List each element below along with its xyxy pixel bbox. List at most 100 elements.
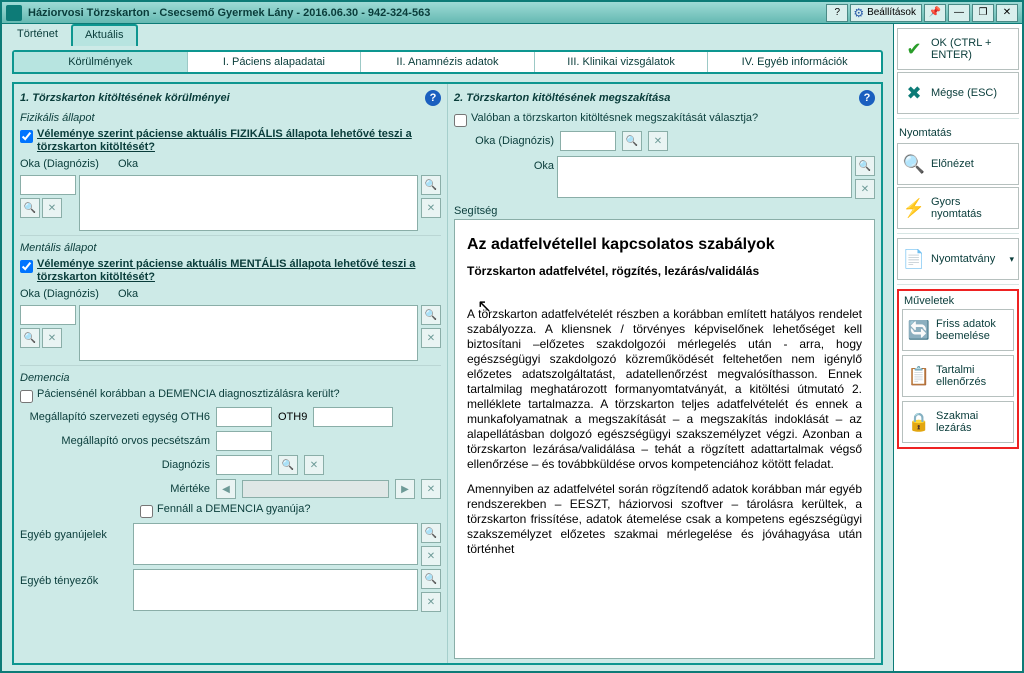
oka-label: Oka <box>118 288 138 300</box>
phys-diag-input[interactable] <box>20 175 76 195</box>
phys-oka-textarea[interactable] <box>79 175 418 231</box>
dementia-suspicion-text: Fennáll a DEMENCIA gyanúja? <box>157 503 310 515</box>
clear-icon[interactable]: ✕ <box>421 479 441 499</box>
help-content[interactable]: Az adatfelvétellel kapcsolatos szabályok… <box>454 219 875 659</box>
ops-header: Műveletek <box>904 295 1014 307</box>
dementia-label: Demencia <box>20 372 441 384</box>
form-button[interactable]: 📄 Nyomtatvány ▾ <box>897 238 1019 280</box>
tab-anamnesis[interactable]: II. Anamnézis adatok <box>361 52 535 72</box>
ment-diag-input[interactable] <box>20 305 76 325</box>
other-fact-label: Egyéb tényezők <box>20 569 130 587</box>
clear-icon[interactable]: ✕ <box>421 592 441 612</box>
oka-diag-label: Oka (Diagnózis) <box>20 288 112 300</box>
clear-icon[interactable]: ✕ <box>42 328 62 348</box>
mental-checkbox[interactable] <box>20 260 33 273</box>
dem-stamp-label: Megállapító orvos pecsétszám <box>20 435 210 447</box>
physical-check-text: Véleménye szerint páciense aktuális FIZI… <box>37 128 441 154</box>
dem-diag-input[interactable] <box>216 455 272 475</box>
app-icon <box>6 5 22 21</box>
clear-icon[interactable]: ✕ <box>304 455 324 475</box>
refresh-button[interactable]: 🔄 Friss adatok beemelése <box>902 309 1014 351</box>
quick-print-button[interactable]: ⚡ Gyors nyomtatás <box>897 187 1019 229</box>
pin-button[interactable]: 📌 <box>924 4 946 22</box>
section1-heading: 1. Törzskarton kitöltésének körülményei <box>20 92 230 104</box>
search-icon[interactable]: 🔍 <box>20 198 40 218</box>
cancel-button[interactable]: ✖ Mégse (ESC) <box>897 72 1019 114</box>
dem-org-input[interactable] <box>216 407 272 427</box>
checklist-icon: 📋 <box>907 364 931 388</box>
professional-close-button[interactable]: 🔒 Szakmai lezárás <box>902 401 1014 443</box>
help-icon[interactable]: ? <box>425 90 441 106</box>
dem-org9-input[interactable] <box>313 407 393 427</box>
search-icon[interactable]: 🔍 <box>421 175 441 195</box>
restore-button[interactable]: ❐ <box>972 4 994 22</box>
search-icon[interactable]: 🔍 <box>278 455 298 475</box>
search-icon[interactable]: 🔍 <box>421 569 441 589</box>
physical-checkbox[interactable] <box>20 130 33 143</box>
close-button[interactable]: ✕ <box>996 4 1018 22</box>
dem-measure-label: Mértéke <box>20 483 210 495</box>
arrow-left-icon[interactable]: ◀ <box>216 479 236 499</box>
section2-heading: 2. Törzskarton kitöltésének megszakítása <box>454 92 670 104</box>
oka-diag-label2: Oka (Diagnózis) <box>454 135 554 147</box>
clear-icon[interactable]: ✕ <box>421 328 441 348</box>
dementia-check-text: Páciensénél korábban a DEMENCIA diagnosz… <box>37 388 340 400</box>
preview-button[interactable]: 🔍 Előnézet <box>897 143 1019 185</box>
search-icon[interactable]: 🔍 <box>20 328 40 348</box>
ok-button[interactable]: ✔ OK (CTRL + ENTER) <box>897 28 1019 70</box>
refresh-icon: 🔄 <box>907 318 931 342</box>
top-tabs: Történet Aktuális <box>2 24 893 46</box>
search-icon[interactable]: 🔍 <box>855 156 875 176</box>
pin-icon: 📌 <box>929 7 941 18</box>
dementia-suspicion-checkbox[interactable] <box>140 505 153 518</box>
search-icon[interactable]: 🔍 <box>421 523 441 543</box>
lock-icon: 🔒 <box>907 410 931 434</box>
check-icon: ✔ <box>902 37 926 61</box>
clear-icon[interactable]: ✕ <box>855 179 875 199</box>
tab-current[interactable]: Aktuális <box>71 24 138 46</box>
tab-history[interactable]: Történet <box>4 24 71 46</box>
dementia-checkbox[interactable] <box>20 390 33 403</box>
physical-state-label: Fizikális állapot <box>20 112 441 124</box>
other-fact-textarea[interactable] <box>133 569 418 611</box>
titlebar: Háziorvosi Törzskarton - Csecsemő Gyerme… <box>2 2 1022 24</box>
other-susp-textarea[interactable] <box>133 523 418 565</box>
dem-diag-label: Diagnózis <box>20 459 210 471</box>
mental-check-text: Véleménye szerint páciense aktuális MENT… <box>37 258 441 284</box>
clear-icon[interactable]: ✕ <box>648 131 668 151</box>
clear-icon[interactable]: ✕ <box>421 198 441 218</box>
abort-diag-input[interactable] <box>560 131 616 151</box>
tab-circumstances[interactable]: Körülmények <box>14 52 188 72</box>
other-susp-label: Egyéb gyanújelek <box>20 523 130 541</box>
tab-clinical[interactable]: III. Klinikai vizsgálatok <box>535 52 709 72</box>
clear-icon[interactable]: ✕ <box>421 546 441 566</box>
content-check-button[interactable]: 📋 Tartalmi ellenőrzés <box>902 355 1014 397</box>
help-button[interactable]: ? <box>826 4 848 22</box>
measure-slider[interactable] <box>242 480 389 498</box>
right-panel: ✔ OK (CTRL + ENTER) ✖ Mégse (ESC) Nyomta… <box>894 24 1022 671</box>
tab-patient-data[interactable]: I. Páciens alapadatai <box>188 52 362 72</box>
clear-icon[interactable]: ✕ <box>42 198 62 218</box>
help-p1: A törzskarton adatfelvételét részben a k… <box>467 307 862 472</box>
help-icon[interactable]: ? <box>859 90 875 106</box>
search-icon[interactable]: 🔍 <box>622 131 642 151</box>
abort-oka-textarea[interactable] <box>557 156 852 198</box>
cursor-arrow-icon: ↖ <box>477 296 492 316</box>
settings-button[interactable]: Beállítások <box>850 4 922 22</box>
tab-other-info[interactable]: IV. Egyéb információk <box>708 52 881 72</box>
dem-org-label: Megállapító szervezeti egység OTH6 <box>20 411 210 423</box>
dem-stamp-input[interactable] <box>216 431 272 451</box>
print-header: Nyomtatás <box>899 127 1019 139</box>
arrow-right-icon[interactable]: ▶ <box>395 479 415 499</box>
document-icon: 📄 <box>902 247 926 271</box>
abort-checkbox[interactable] <box>454 114 467 127</box>
help-label: Segítség <box>454 205 875 217</box>
ment-oka-textarea[interactable] <box>79 305 418 361</box>
help-h2: Törzskarton adatfelvétel, rögzítés, lezá… <box>467 264 862 278</box>
help-h1: Az adatfelvétellel kapcsolatos szabályok <box>467 236 862 254</box>
minimize-button[interactable]: — <box>948 4 970 22</box>
oka-label: Oka <box>118 158 138 170</box>
magnifier-icon: 🔍 <box>902 152 926 176</box>
search-icon[interactable]: 🔍 <box>421 305 441 325</box>
abort-check-text: Valóban a törzskarton kitöltésnek megsza… <box>471 112 758 124</box>
